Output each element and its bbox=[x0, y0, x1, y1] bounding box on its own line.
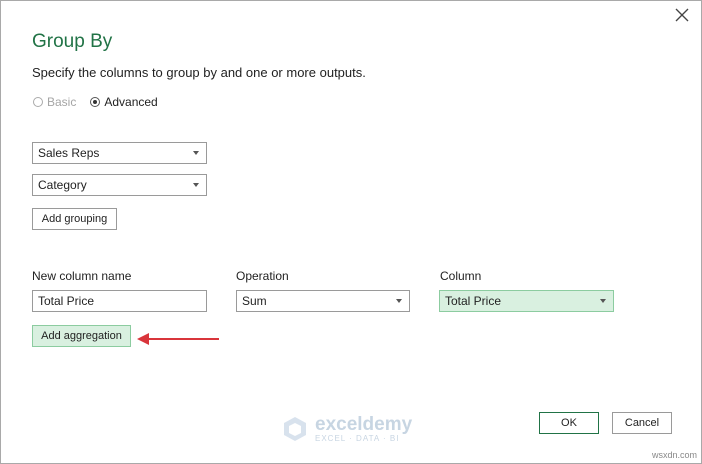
radio-basic[interactable]: Basic bbox=[33, 95, 76, 109]
chevron-down-icon bbox=[396, 299, 402, 303]
radio-advanced[interactable]: Advanced bbox=[90, 95, 158, 109]
cancel-button[interactable]: Cancel bbox=[612, 412, 672, 434]
grouping-select-1[interactable]: Sales Reps bbox=[32, 142, 207, 164]
new-column-name-header: New column name bbox=[32, 269, 132, 283]
new-column-name-input[interactable]: Total Price bbox=[32, 290, 207, 312]
column-header: Column bbox=[440, 269, 482, 283]
chevron-down-icon bbox=[193, 183, 199, 187]
annotation-arrow-icon bbox=[137, 333, 219, 345]
column-select[interactable]: Total Price bbox=[439, 290, 614, 312]
site-mark: wsxdn.com bbox=[651, 450, 697, 460]
close-icon[interactable] bbox=[673, 6, 691, 24]
watermark-logo: exceldemy EXCEL · DATA · BI bbox=[281, 415, 412, 443]
radio-basic-label: Basic bbox=[47, 95, 77, 109]
dialog-title: Group By bbox=[32, 31, 113, 52]
ok-button[interactable]: OK bbox=[539, 412, 599, 434]
operation-select-value: Sum bbox=[242, 294, 267, 308]
operation-select[interactable]: Sum bbox=[236, 290, 410, 312]
watermark-tagline: EXCEL · DATA · BI bbox=[315, 433, 400, 443]
mode-radio-group: Basic Advanced bbox=[33, 95, 172, 109]
add-aggregation-button[interactable]: Add aggregation bbox=[32, 325, 131, 347]
radio-basic-dot bbox=[33, 97, 43, 107]
watermark-name: exceldemy bbox=[315, 413, 413, 435]
grouping-select-2[interactable]: Category bbox=[32, 174, 207, 196]
radio-advanced-label: Advanced bbox=[104, 95, 158, 109]
grouping-select-1-value: Sales Reps bbox=[38, 146, 100, 160]
operation-header: Operation bbox=[236, 269, 289, 283]
watermark-text: exceldemy EXCEL · DATA · BI bbox=[315, 413, 413, 443]
chevron-down-icon bbox=[193, 151, 199, 155]
group-by-dialog: Group By Specify the columns to group by… bbox=[0, 0, 702, 464]
grouping-select-2-value: Category bbox=[38, 178, 87, 192]
add-grouping-button[interactable]: Add grouping bbox=[32, 208, 117, 230]
dialog-subtitle: Specify the columns to group by and one … bbox=[32, 65, 366, 80]
chevron-down-icon bbox=[600, 299, 606, 303]
radio-advanced-dot bbox=[90, 97, 101, 107]
exceldemy-logo-icon bbox=[284, 417, 306, 441]
column-select-value: Total Price bbox=[445, 294, 502, 308]
